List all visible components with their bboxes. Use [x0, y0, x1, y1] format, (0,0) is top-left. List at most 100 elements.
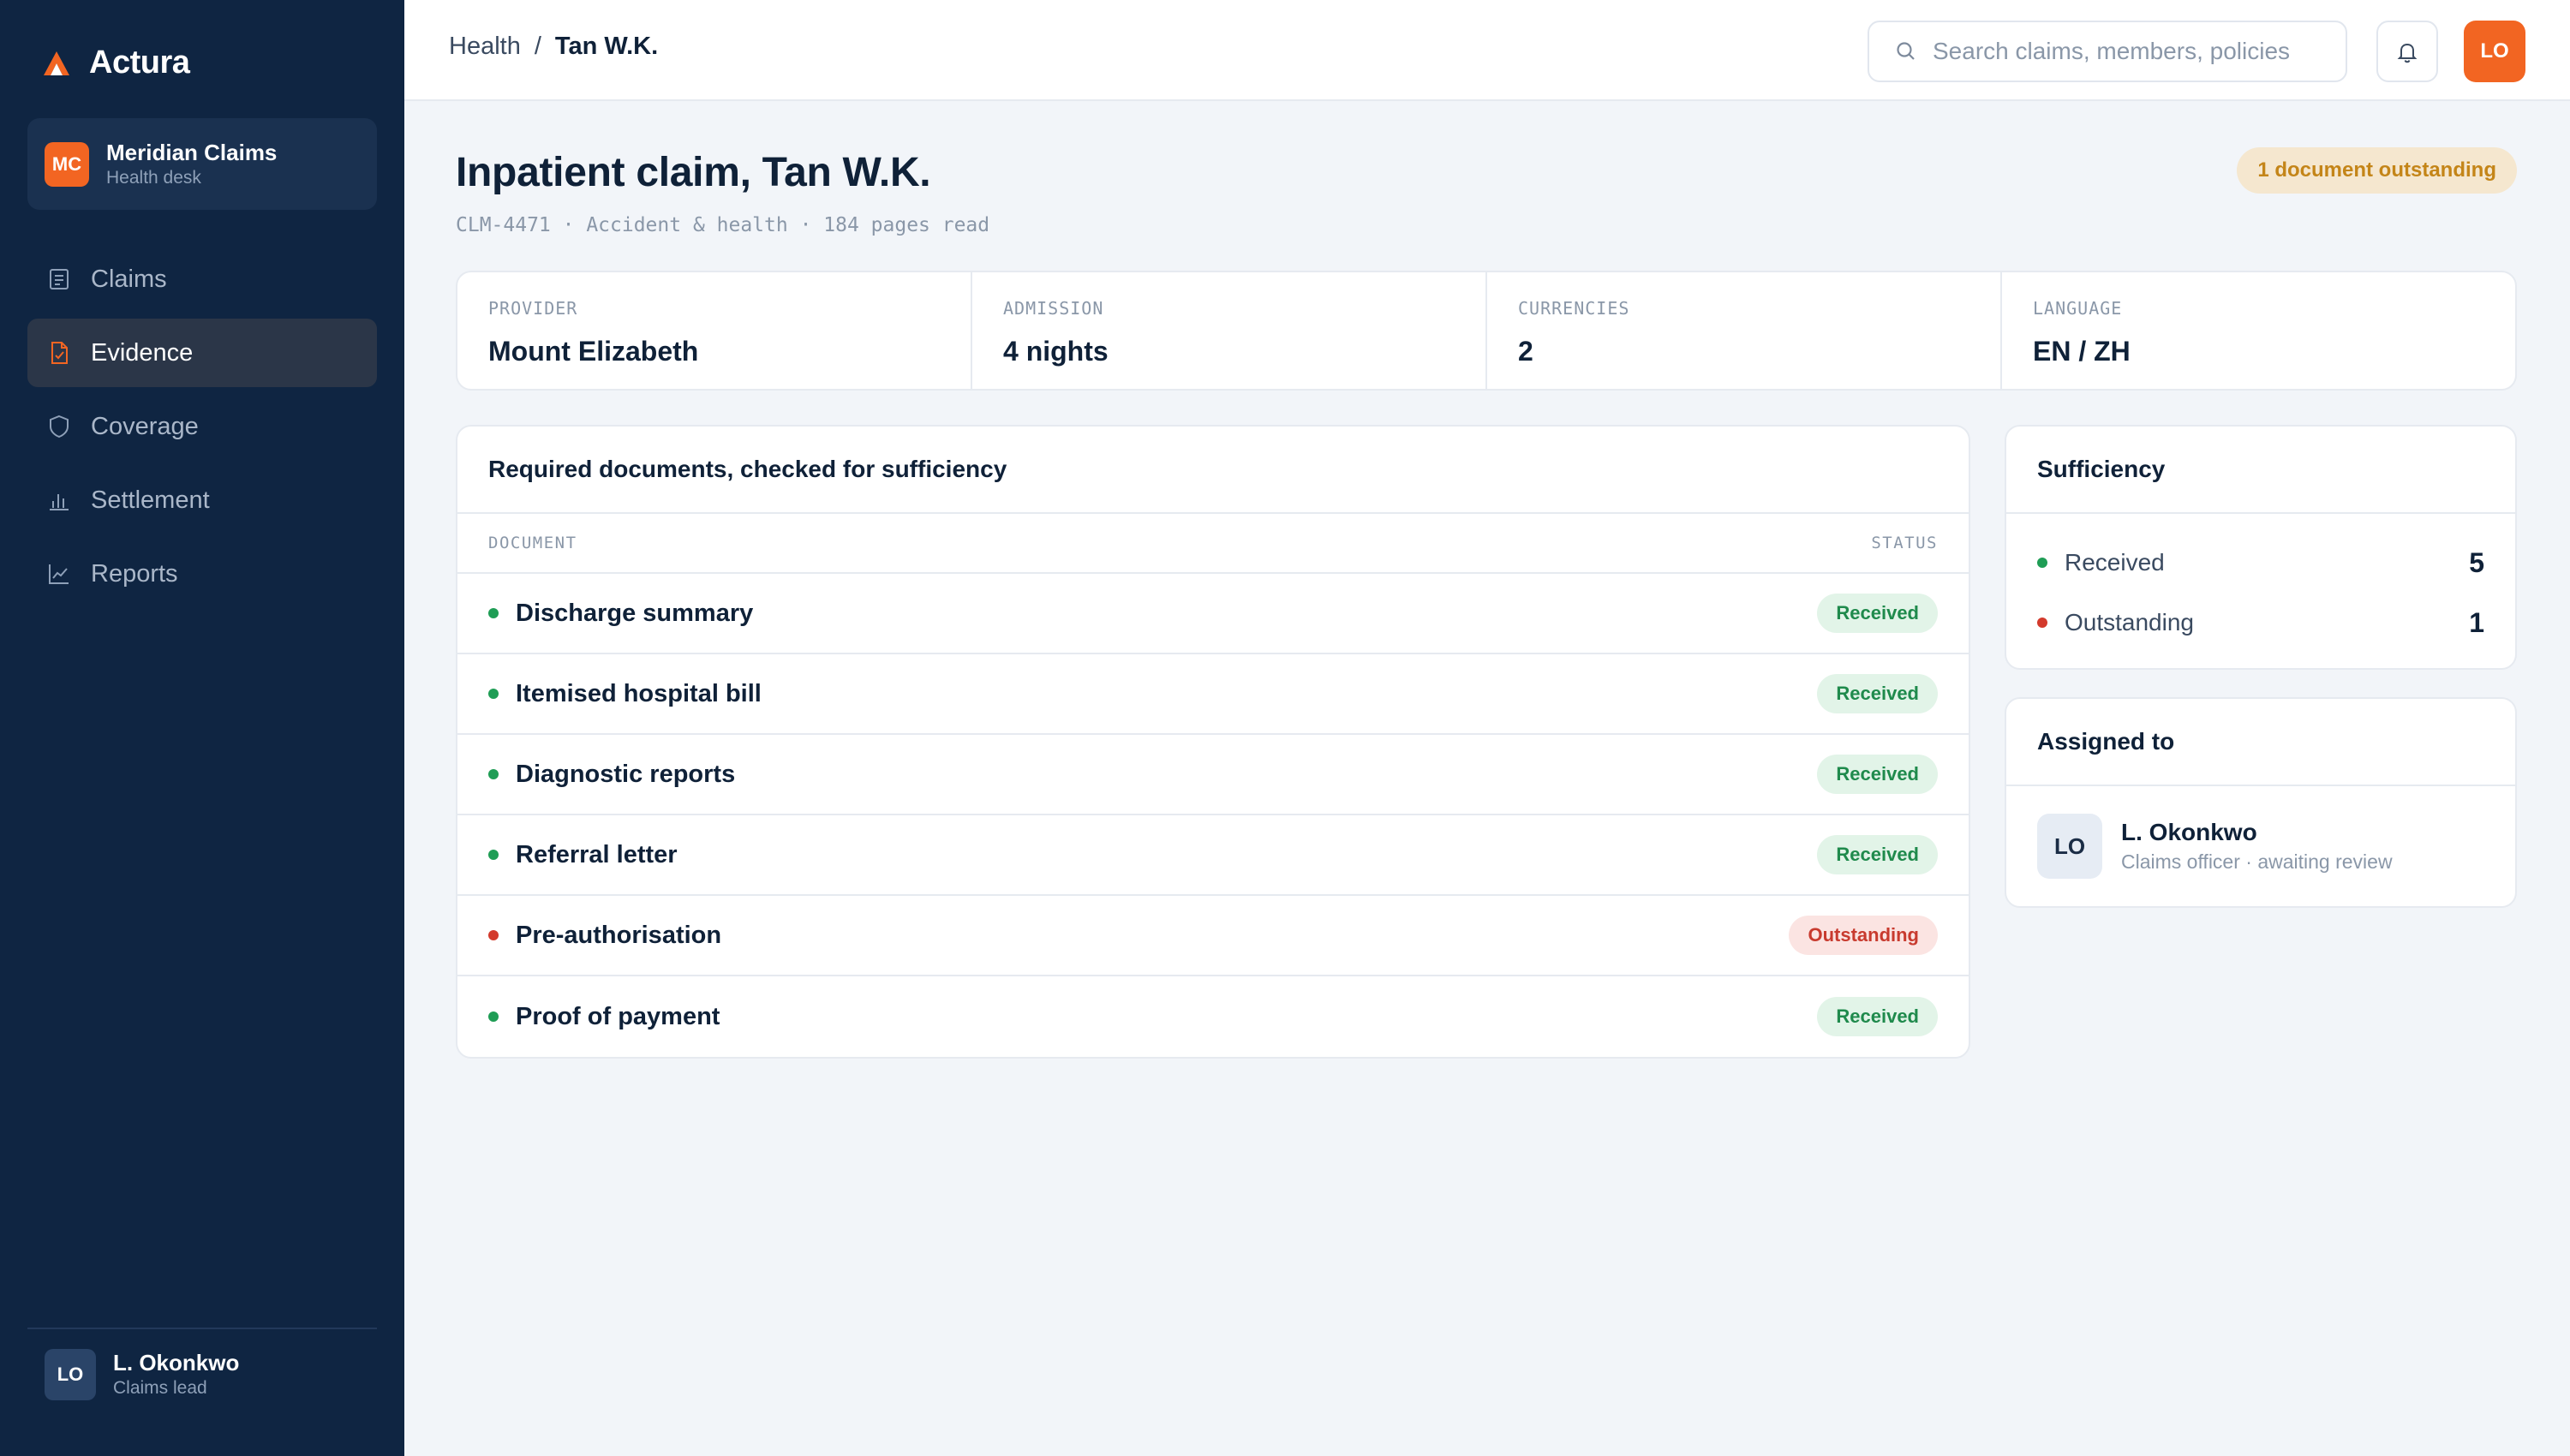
- stat-label: ADMISSION: [1003, 298, 1104, 319]
- sidebar-nav: Claims Evidence Coverage Settlement Repo…: [27, 245, 377, 613]
- document-name: Itemised hospital bill: [516, 679, 762, 707]
- sufficiency-count: 1: [2469, 606, 2484, 638]
- document-name: Proof of payment: [516, 1002, 720, 1030]
- org-subtitle: Health desk: [106, 167, 201, 188]
- table-row[interactable]: Proof of payment Received: [457, 976, 1969, 1057]
- sidebar-item-label: Evidence: [91, 338, 194, 367]
- status-badge: Received: [1817, 594, 1938, 633]
- sidebar-item-label: Reports: [91, 559, 178, 588]
- status-badge: Received: [1817, 674, 1938, 713]
- page-title: Inpatient claim, Tan W.K.: [456, 150, 931, 195]
- sufficiency-outstanding: Outstanding 1: [2006, 593, 2515, 653]
- breadcrumb-parent[interactable]: Health: [449, 33, 521, 61]
- search-icon: [1897, 42, 1915, 60]
- search-box[interactable]: [1868, 21, 2347, 82]
- table-row[interactable]: Referral letter Received: [457, 815, 1969, 896]
- user-name: L. Okonkwo: [113, 1350, 240, 1375]
- table-row[interactable]: Discharge summary Received: [457, 574, 1969, 654]
- stat-label: LANGUAGE: [2033, 298, 2123, 319]
- assignee[interactable]: LO L. Okonkwo Claims officer · awaiting …: [2006, 786, 2515, 906]
- assigned-card: Assigned to LO L. Okonkwo Claims officer…: [2005, 697, 2517, 908]
- assignee-role: Claims officer · awaiting review: [2121, 850, 2393, 873]
- status-badge: Received: [1817, 835, 1938, 874]
- status-dot: [488, 850, 499, 860]
- stat-language: LANGUAGE EN / ZH: [2002, 272, 2515, 389]
- status-dot: [2037, 558, 2047, 568]
- stat-admission: ADMISSION 4 nights: [972, 272, 1487, 389]
- brand[interactable]: Actura: [41, 45, 190, 81]
- sidebar-item-claims[interactable]: Claims: [27, 245, 377, 313]
- document-name: Pre-authorisation: [516, 921, 722, 949]
- notifications-button[interactable]: [2376, 21, 2438, 82]
- sidebar-item-settlement[interactable]: Settlement: [27, 466, 377, 534]
- user-role: Claims lead: [113, 1378, 207, 1398]
- table-header: DOCUMENT STATUS: [457, 514, 1969, 574]
- avatar: LO: [2037, 814, 2102, 879]
- claim-summary: PROVIDER Mount Elizabeth ADMISSION 4 nig…: [456, 271, 2517, 391]
- sidebar-item-label: Coverage: [91, 412, 199, 440]
- breadcrumb: Health / Tan W.K.: [449, 33, 658, 61]
- stat-value: Mount Elizabeth: [488, 336, 699, 367]
- stat-provider: PROVIDER Mount Elizabeth: [457, 272, 972, 389]
- stat-label: PROVIDER: [488, 298, 578, 319]
- sidebar: Actura MC Meridian Claims Health desk Cl…: [0, 0, 404, 1456]
- sidebar-divider: [27, 1328, 377, 1329]
- document-name: Referral letter: [516, 840, 678, 868]
- column-header-document: DOCUMENT: [488, 534, 577, 552]
- card-title: Sufficiency: [2006, 427, 2515, 514]
- stat-currencies: CURRENCIES 2: [1487, 272, 2002, 389]
- status-badge: Received: [1817, 997, 1938, 1036]
- stat-value: 2: [1518, 336, 1533, 367]
- claim-meta: CLM-4471 · Accident & health · 184 pages…: [456, 214, 990, 236]
- sufficiency-card: Sufficiency Received 5 Outstanding 1: [2005, 425, 2517, 670]
- user-menu-avatar[interactable]: LO: [2464, 21, 2525, 82]
- avatar: LO: [45, 1349, 96, 1400]
- search-input[interactable]: [1933, 38, 2327, 65]
- sidebar-item-reports[interactable]: Reports: [27, 540, 377, 608]
- table-row[interactable]: Diagnostic reports Received: [457, 735, 1969, 815]
- assignee-name: L. Okonkwo: [2121, 819, 2257, 845]
- required-documents-card: Required documents, checked for sufficie…: [456, 425, 1970, 1059]
- sidebar-item-evidence[interactable]: Evidence: [27, 319, 377, 387]
- table-row[interactable]: Pre-authorisation Outstanding: [457, 896, 1969, 976]
- breadcrumb-current: Tan W.K.: [554, 33, 659, 60]
- line-chart-icon: [49, 564, 69, 584]
- status-dot: [488, 608, 499, 618]
- bar-chart-icon: [50, 494, 69, 510]
- sidebar-item-label: Claims: [91, 265, 167, 293]
- breadcrumb-separator: /: [534, 33, 541, 60]
- stat-label: CURRENCIES: [1518, 298, 1630, 319]
- document-name: Diagnostic reports: [516, 760, 736, 788]
- org-switcher[interactable]: MC Meridian Claims Health desk: [27, 118, 377, 210]
- stat-value: EN / ZH: [2033, 336, 2131, 367]
- status-dot: [488, 769, 499, 779]
- document-icon: [50, 269, 69, 289]
- actura-logo-icon: [44, 51, 69, 75]
- topbar: Health / Tan W.K. LO: [404, 0, 2570, 101]
- status-badge: 1 document outstanding: [2237, 147, 2517, 194]
- table-row[interactable]: Itemised hospital bill Received: [457, 654, 1969, 735]
- file-check-icon: [51, 342, 68, 364]
- current-user[interactable]: LO L. Okonkwo Claims lead: [45, 1349, 239, 1400]
- brand-name: Actura: [89, 45, 190, 81]
- status-dot: [488, 930, 499, 940]
- status-dot: [488, 1011, 499, 1022]
- card-title: Assigned to: [2006, 699, 2515, 786]
- sufficiency-received: Received 5: [2006, 533, 2515, 593]
- stat-value: 4 nights: [1003, 336, 1109, 367]
- bell-icon: [2397, 43, 2418, 63]
- sufficiency-label: Outstanding: [2065, 609, 2194, 636]
- shield-icon: [50, 415, 69, 439]
- status-badge: Received: [1817, 755, 1938, 794]
- org-avatar: MC: [45, 141, 89, 187]
- status-dot: [488, 689, 499, 699]
- sufficiency-label: Received: [2065, 549, 2165, 576]
- sidebar-item-coverage[interactable]: Coverage: [27, 392, 377, 461]
- column-header-status: STATUS: [1871, 534, 1938, 552]
- org-name: Meridian Claims: [106, 139, 278, 165]
- sidebar-item-label: Settlement: [91, 486, 210, 514]
- card-title: Required documents, checked for sufficie…: [457, 427, 1969, 514]
- status-dot: [2037, 618, 2047, 628]
- sufficiency-count: 5: [2469, 546, 2484, 578]
- document-name: Discharge summary: [516, 599, 754, 627]
